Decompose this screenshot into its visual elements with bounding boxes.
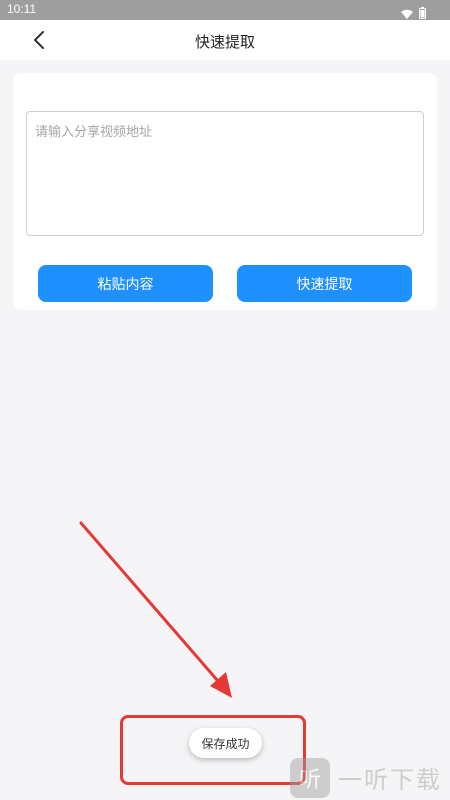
extract-card: 粘贴内容 快速提取 [13,73,437,310]
quick-extract-button[interactable]: 快速提取 [237,265,412,302]
watermark: 听 一听下载 [290,755,450,800]
video-url-input[interactable] [26,111,424,236]
page-title: 快速提取 [194,33,255,51]
title-bar: 快速提取 [0,20,450,60]
status-time: 10:11 [7,2,37,16]
toast-message: 保存成功 [189,728,262,758]
watermark-logo: 听 [290,757,330,798]
paste-content-button[interactable]: 粘贴内容 [38,265,213,302]
status-bar: 10:11 [0,0,450,20]
watermark-text: 一听下载 [338,766,442,794]
